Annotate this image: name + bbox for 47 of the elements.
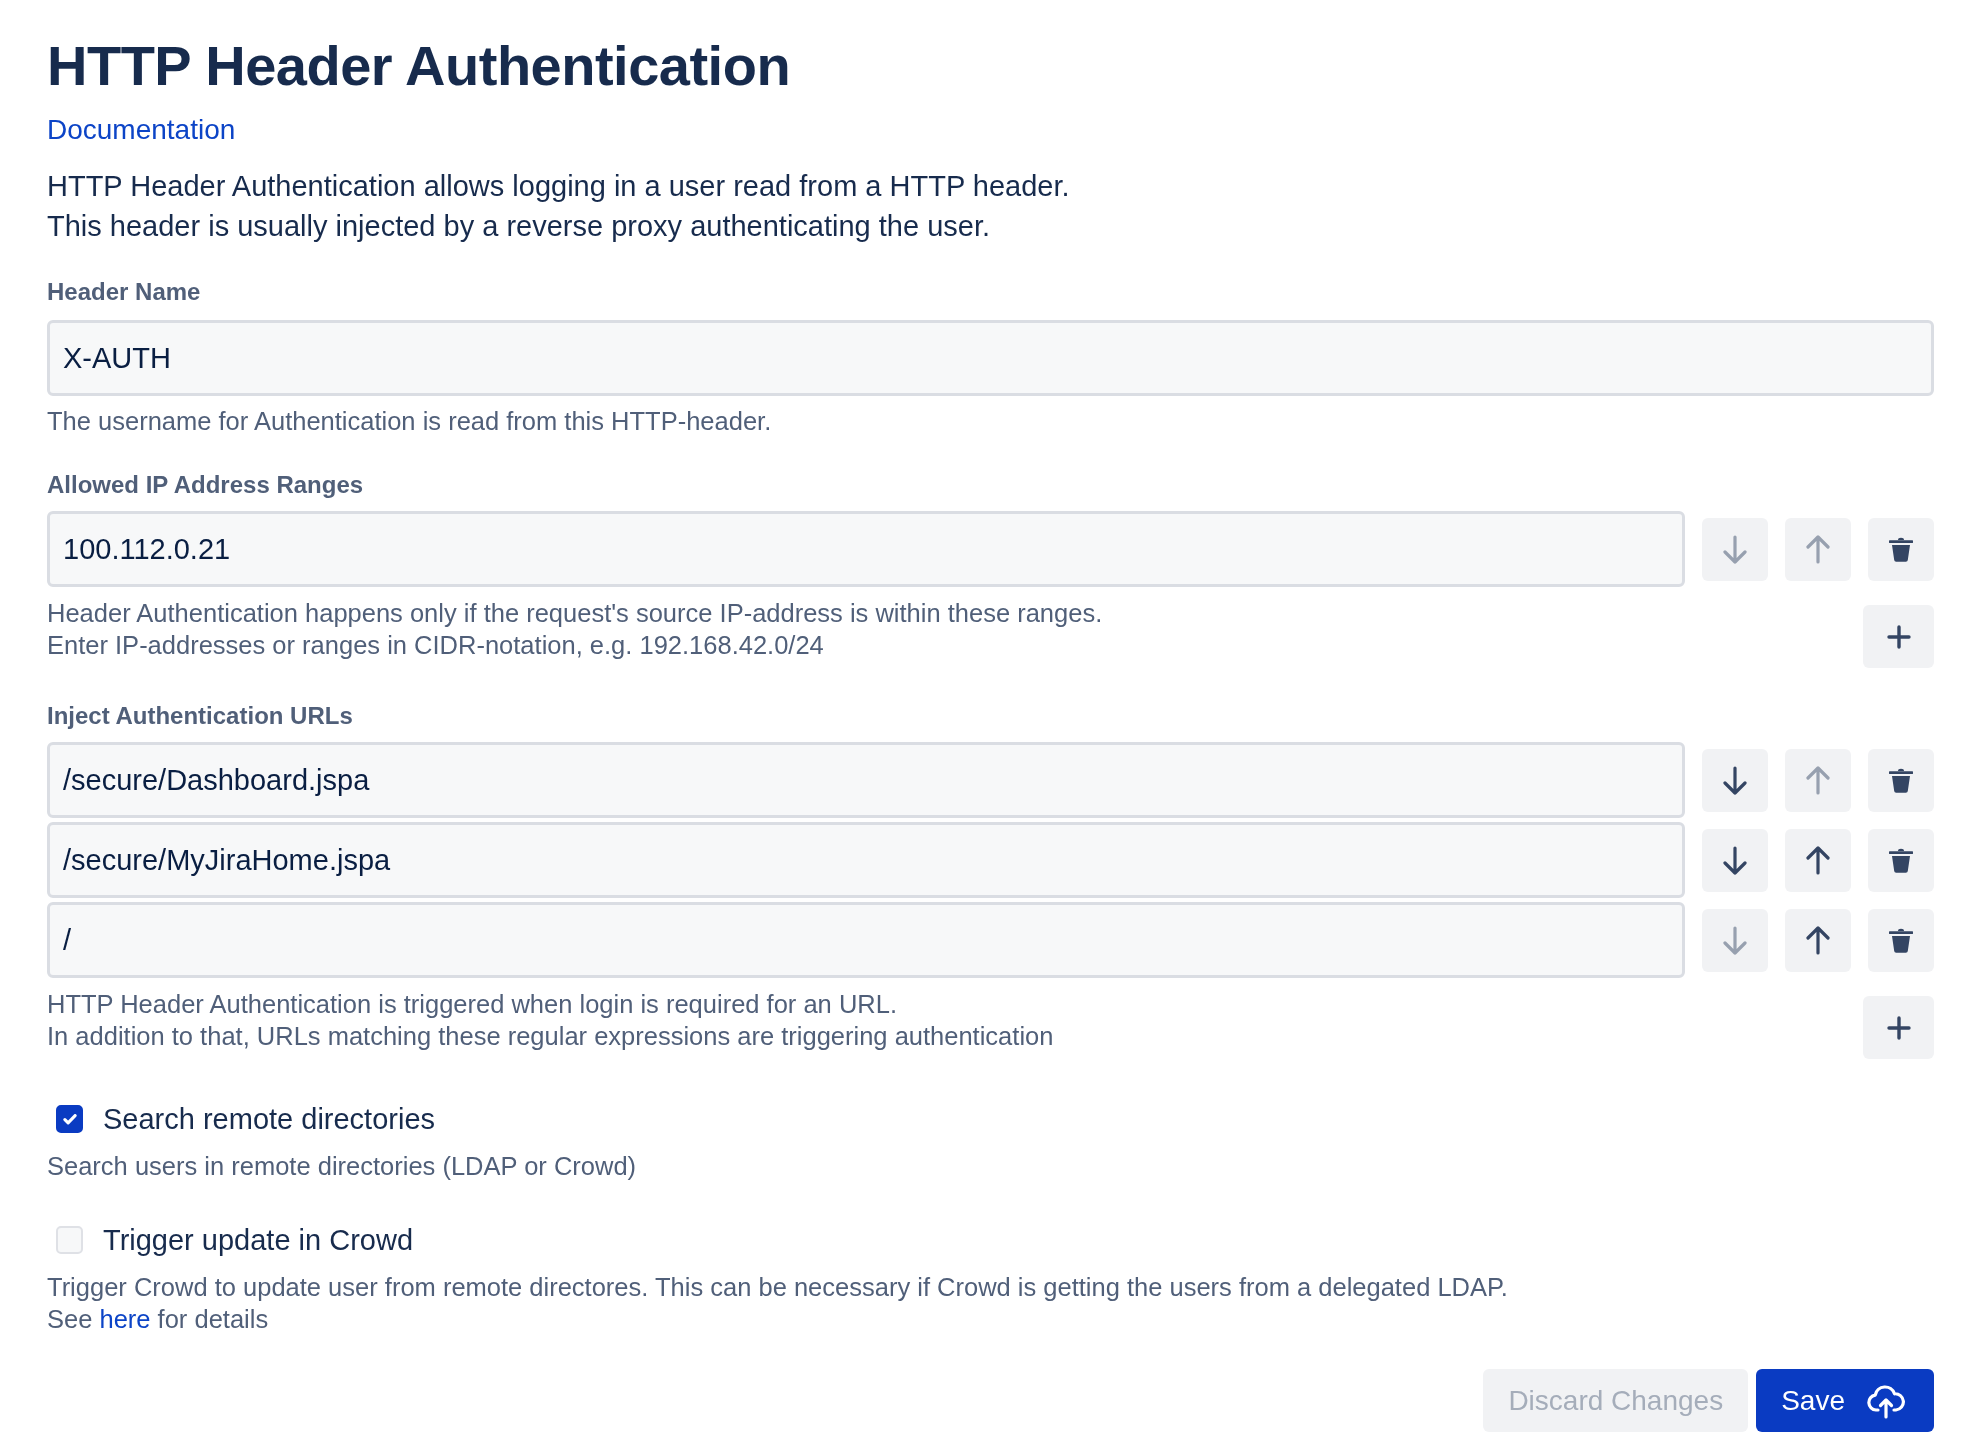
plus-icon xyxy=(1886,1015,1911,1040)
field-label: Allowed IP Address Ranges xyxy=(47,470,364,500)
description-text: HTTP Header Authentication allows logging in a user read from a HTTP header. This header is usually injected by a reverse proxy authenticating the user. xyxy=(47,169,1071,244)
arrow-up-icon xyxy=(1805,765,1831,795)
help-text: Trigger Crowd to update user from remote directores. This can be necessary if Crowd is getting the users from a delegated LDAP. See here for details xyxy=(47,1272,1509,1335)
documentation-link[interactable]: Documentation xyxy=(47,110,236,150)
arrow-down-icon xyxy=(1722,845,1748,875)
move-up-button[interactable] xyxy=(1785,828,1851,892)
ip-range-field[interactable]: 100.112.0.21 xyxy=(47,511,1685,587)
arrow-up-icon xyxy=(1805,845,1831,875)
move-down-button[interactable] xyxy=(1702,748,1768,812)
add-button[interactable] xyxy=(1863,996,1934,1059)
checkmark-icon xyxy=(62,1113,77,1125)
arrow-down-icon xyxy=(1722,534,1748,564)
url-field[interactable]: /secure/Dashboard.jspa xyxy=(47,742,1685,818)
arrow-down-icon xyxy=(1722,765,1748,795)
arrow-up-icon xyxy=(1805,925,1831,955)
delete-button[interactable] xyxy=(1868,828,1934,892)
details-link[interactable]: here xyxy=(99,1305,151,1333)
trash-icon xyxy=(1889,927,1913,953)
help-text: The username for Authentication is read from this HTTP-header. xyxy=(47,406,773,437)
delete-button[interactable] xyxy=(1868,908,1934,972)
checkbox-label[interactable]: Search remote directories xyxy=(103,1099,436,1139)
checkbox[interactable] xyxy=(56,1105,83,1133)
cloud-upload-icon xyxy=(1867,1382,1905,1419)
checkbox-label[interactable]: Trigger update in Crowd xyxy=(103,1220,414,1260)
delete-button[interactable] xyxy=(1868,748,1934,812)
url-field[interactable]: / xyxy=(47,902,1685,978)
add-button[interactable] xyxy=(1863,605,1934,668)
page-title: HTTP Header Authentication xyxy=(47,34,792,98)
field-label: Inject Authentication URLs xyxy=(47,701,353,731)
url-field[interactable]: /secure/MyJiraHome.jspa xyxy=(47,822,1685,898)
arrow-up-icon xyxy=(1805,534,1831,564)
move-up-button[interactable] xyxy=(1785,908,1851,972)
plus-icon xyxy=(1886,624,1911,649)
delete-button[interactable] xyxy=(1868,517,1934,581)
move-down-button[interactable] xyxy=(1702,828,1768,892)
trash-icon xyxy=(1889,847,1913,873)
help-text: HTTP Header Authentication is triggered when login is required for an URL. In addition to that, URLs matching these regular expressions are triggering authentication xyxy=(47,989,1054,1052)
trash-icon xyxy=(1889,767,1913,793)
header-name-field[interactable]: X-AUTH xyxy=(47,320,1934,396)
save-button[interactable]: Save xyxy=(1756,1369,1934,1432)
trash-icon xyxy=(1889,536,1913,562)
help-text: Header Authentication happens only if the request's source IP-address is within these ranges. Enter IP-addresses or ranges in CIDR-notation, e.g. 192.168.42.0/24 xyxy=(47,598,1103,661)
field-label: Header Name xyxy=(47,277,201,307)
arrow-down-icon xyxy=(1722,925,1748,955)
help-text: Search users in remote directories (LDAP or Crowd) xyxy=(47,1151,638,1182)
